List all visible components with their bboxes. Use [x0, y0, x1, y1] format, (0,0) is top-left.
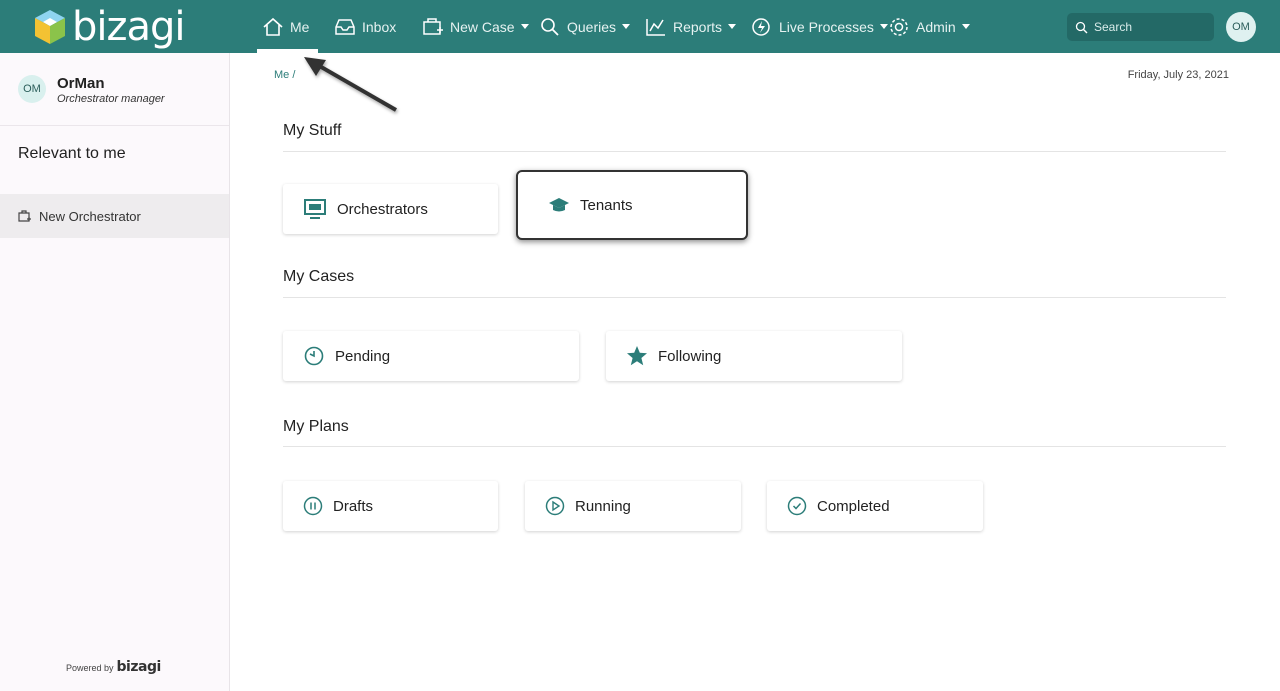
chart-icon	[646, 18, 665, 36]
chevron-down-icon	[622, 24, 631, 29]
nav-me-label: Me	[290, 18, 310, 35]
new-case-icon	[18, 209, 31, 222]
nav-inbox-label: Inbox	[362, 18, 397, 35]
nav-admin[interactable]: Admin	[888, 0, 970, 53]
search-placeholder: Search	[1094, 20, 1133, 34]
card-label: Orchestrators	[337, 200, 428, 218]
card-completed[interactable]: Completed	[767, 481, 983, 531]
monitor-icon	[304, 199, 326, 219]
breadcrumb[interactable]: Me /	[274, 69, 295, 81]
sidebar-item-label: New Orchestrator	[39, 208, 141, 224]
card-pending[interactable]: Pending	[283, 331, 579, 381]
card-label: Pending	[335, 347, 391, 365]
bizagi-logo[interactable]: bizagi	[34, 4, 186, 50]
nav-admin-label: Admin	[916, 18, 956, 35]
user-name: OrMan	[57, 75, 105, 92]
nav-new-case[interactable]: New Case	[422, 0, 529, 53]
graduation-cap-icon	[549, 198, 569, 212]
card-running[interactable]: Running	[525, 481, 741, 531]
current-date: Friday, July 23, 2021	[1127, 69, 1229, 81]
bizagi-cube-icon	[35, 10, 65, 44]
section-title-my-plans: My Plans	[283, 418, 349, 435]
powered-by-brand: bizagi	[116, 659, 162, 675]
star-icon	[627, 346, 647, 366]
section-divider	[283, 151, 1226, 152]
section-title-my-cases: My Cases	[283, 268, 355, 285]
chevron-down-icon	[961, 24, 970, 29]
nav-queries-label: Queries	[567, 18, 617, 35]
top-navigation-bar: bizagi Me Inbox New Case Queries Reports…	[0, 0, 1280, 53]
search-input[interactable]: Search	[1067, 13, 1214, 41]
card-label: Tenants	[580, 196, 633, 214]
brand-name: bizagi	[72, 4, 186, 50]
sidebar-item-new-orchestrator[interactable]: New Orchestrator	[0, 194, 229, 238]
nav-inbox[interactable]: Inbox	[334, 0, 396, 53]
chevron-down-icon	[879, 24, 888, 29]
powered-by: Powered by bizagi	[66, 659, 161, 675]
card-tenants[interactable]: Tenants	[516, 170, 748, 240]
gear-icon	[890, 17, 908, 36]
nav-new-case-label: New Case	[450, 18, 515, 35]
card-orchestrators[interactable]: Orchestrators	[283, 184, 498, 234]
card-label: Drafts	[333, 497, 374, 515]
nav-queries[interactable]: Queries	[539, 0, 631, 53]
sidebar-heading: Relevant to me	[18, 145, 126, 162]
nav-reports[interactable]: Reports	[645, 0, 737, 53]
pause-circle-icon	[303, 496, 323, 516]
home-icon	[263, 17, 283, 36]
lightning-icon	[752, 17, 770, 36]
new-case-icon	[423, 17, 443, 35]
play-circle-icon	[545, 496, 565, 516]
nav-me[interactable]: Me	[262, 0, 309, 53]
inbox-icon	[335, 18, 355, 35]
section-divider	[283, 446, 1226, 447]
powered-by-text: Powered by	[66, 663, 114, 673]
check-circle-icon	[787, 496, 807, 516]
section-divider	[283, 297, 1226, 298]
nav-live-processes-label: Live Processes	[779, 18, 874, 35]
chevron-down-icon	[728, 24, 737, 29]
sidebar: OM OrMan Orchestrator manager Relevant t…	[0, 53, 230, 691]
card-label: Following	[658, 347, 722, 365]
section-title-my-stuff: My Stuff	[283, 122, 342, 139]
user-role: Orchestrator manager	[57, 93, 165, 105]
card-label: Running	[575, 497, 631, 515]
annotation-arrow-icon	[304, 57, 397, 112]
search-icon	[1075, 21, 1088, 33]
nav-live-processes[interactable]: Live Processes	[751, 0, 888, 53]
chevron-down-icon	[520, 24, 529, 29]
avatar: OM	[18, 75, 46, 103]
sidebar-divider	[0, 125, 229, 126]
card-drafts[interactable]: Drafts	[283, 481, 498, 531]
user-avatar-top[interactable]: OM	[1226, 12, 1256, 42]
card-label: Completed	[817, 497, 890, 515]
nav-reports-label: Reports	[673, 18, 723, 35]
magnifier-icon	[541, 17, 559, 36]
timer-icon	[304, 346, 324, 366]
card-following[interactable]: Following	[606, 331, 902, 381]
